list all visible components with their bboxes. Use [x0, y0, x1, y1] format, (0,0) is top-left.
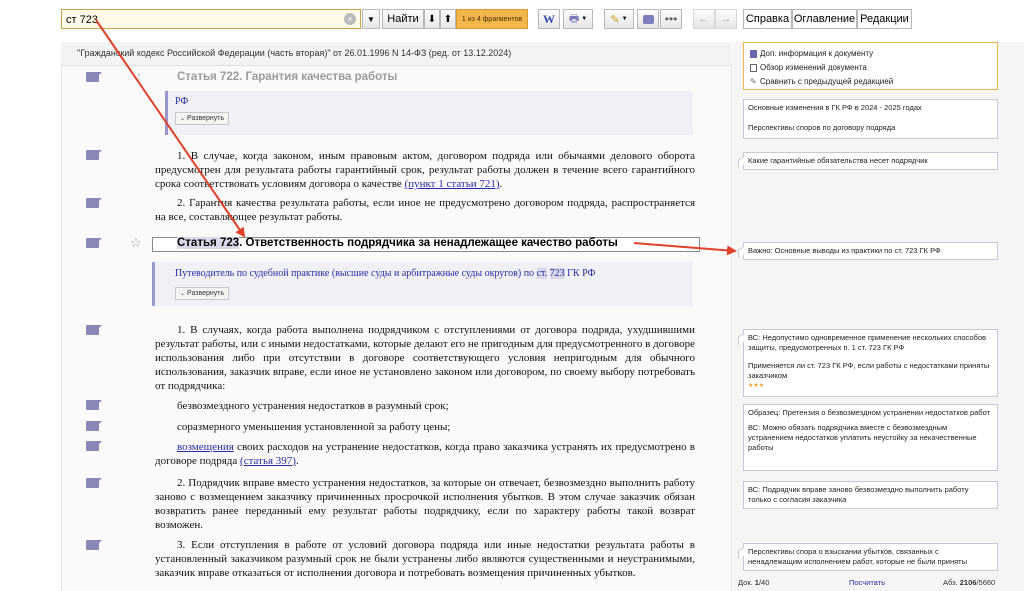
annotation-arrows: [95, 19, 737, 256]
annotation-arrow: [95, 19, 246, 238]
annotation-arrow: [633, 242, 737, 256]
